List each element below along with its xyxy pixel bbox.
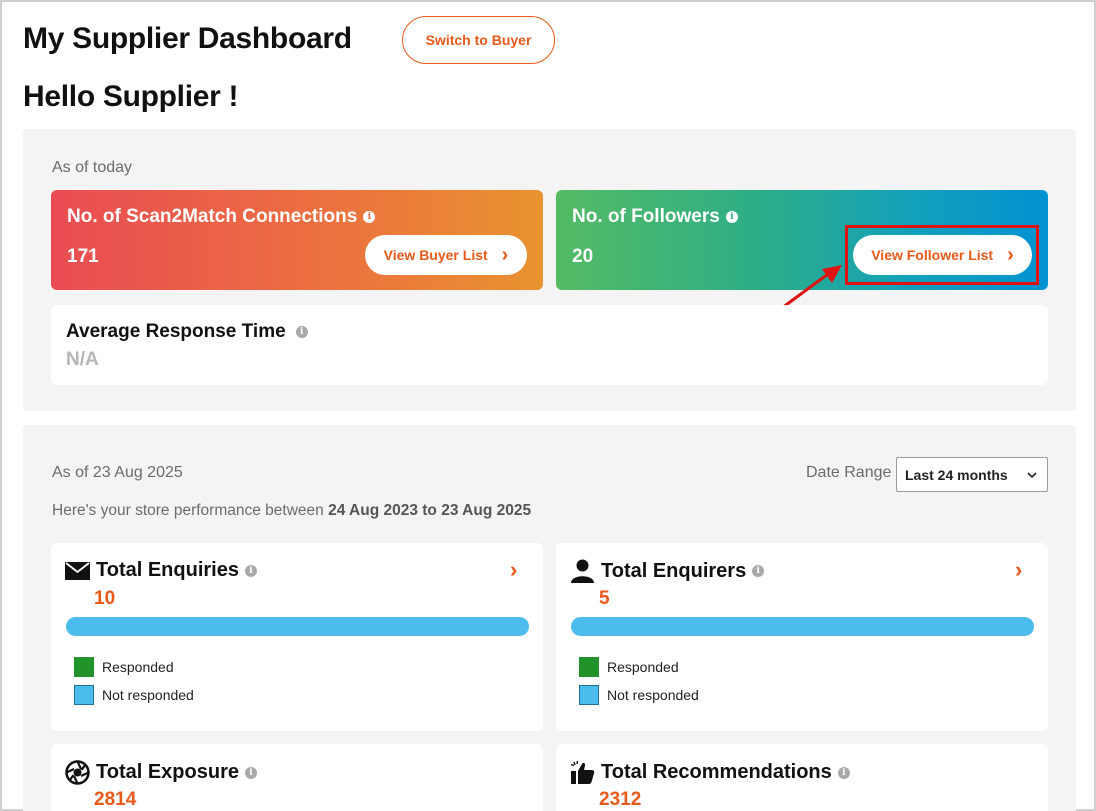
total-enquiries-title-row: Total Enquiries i — [65, 559, 257, 582]
thumbs-up-icon — [570, 760, 595, 784]
legend-not-responded: Not responded — [74, 685, 194, 705]
avg-response-card — [51, 305, 1048, 385]
connections-title: No. of Scan2Match Connections — [67, 206, 358, 227]
total-enquiries-title: Total Enquiries — [96, 559, 239, 581]
enquirers-progress-bar — [571, 617, 1034, 636]
info-icon[interactable]: i — [245, 766, 257, 779]
legend-responded: Responded — [579, 657, 679, 677]
total-recommendations-title-row: Total Recommendations i — [570, 760, 850, 785]
info-icon[interactable]: i — [244, 564, 257, 577]
chevron-down-icon — [1027, 471, 1037, 478]
responded-swatch — [579, 657, 599, 677]
total-recommendations-title: Total Recommendations — [601, 761, 832, 783]
responded-swatch — [74, 657, 94, 677]
total-enquirers-value: 5 — [599, 588, 610, 609]
envelope-icon — [65, 561, 90, 580]
enquirers-chevron-right-icon[interactable]: › — [1015, 557, 1022, 583]
page-title: My Supplier Dashboard — [23, 22, 352, 55]
avg-response-value: N/A — [66, 349, 99, 370]
info-icon[interactable]: i — [725, 211, 738, 223]
legend-responded: Responded — [74, 657, 174, 677]
not-responded-swatch — [74, 685, 94, 705]
legend-not-responded-label: Not responded — [102, 687, 194, 703]
enquiries-progress-bar — [66, 617, 529, 636]
connections-title-row: No. of Scan2Match Connections i — [67, 206, 527, 228]
total-enquirers-title-row: Total Enquirers i — [570, 559, 765, 583]
date-range-label: Date Range — [806, 464, 892, 481]
date-range-value: Last 24 months — [905, 466, 1008, 483]
followers-title: No. of Followers — [572, 206, 720, 227]
enquiries-chevron-right-icon[interactable]: › — [510, 557, 517, 583]
aperture-icon — [65, 760, 90, 785]
legend-not-responded-label: Not responded — [607, 687, 699, 703]
person-icon — [571, 559, 594, 583]
performance-summary: Here's your store performance between 24… — [52, 502, 531, 520]
as-of-today-label: As of today — [52, 159, 133, 176]
total-exposure-title-row: Total Exposure i — [65, 760, 257, 785]
total-enquiries-value: 10 — [94, 588, 116, 609]
info-icon[interactable]: i — [837, 766, 850, 779]
total-exposure-value: 2814 — [94, 789, 137, 810]
legend-responded-label: Responded — [607, 659, 679, 675]
legend-not-responded: Not responded — [579, 685, 699, 705]
total-recommendations-value: 2312 — [599, 789, 642, 810]
legend-responded-label: Responded — [102, 659, 174, 675]
performance-summary-range: 24 Aug 2023 to 23 Aug 2025 — [328, 502, 532, 519]
greeting-heading: Hello Supplier ! — [23, 80, 239, 113]
annotation-highlight-box — [845, 225, 1039, 285]
total-enquirers-title: Total Enquirers — [601, 559, 747, 582]
view-buyer-list-button[interactable]: View Buyer List › — [365, 235, 527, 275]
date-range-select[interactable]: Last 24 months — [896, 457, 1048, 492]
not-responded-swatch — [579, 685, 599, 705]
avg-response-title-row: Average Response Time i — [66, 321, 308, 343]
performance-summary-prefix: Here's your store performance between — [52, 502, 329, 519]
view-buyer-list-label: View Buyer List — [383, 247, 488, 263]
as-of-date-label: As of 23 Aug 2025 — [52, 464, 183, 481]
info-icon[interactable]: i — [295, 326, 308, 338]
chevron-right-icon: › — [501, 244, 509, 266]
total-exposure-title: Total Exposure — [96, 761, 239, 783]
info-icon[interactable]: i — [752, 565, 765, 577]
avg-response-title: Average Response Time — [66, 321, 286, 342]
info-icon[interactable]: i — [363, 211, 376, 223]
switch-to-buyer-button[interactable]: Switch to Buyer — [402, 16, 555, 64]
